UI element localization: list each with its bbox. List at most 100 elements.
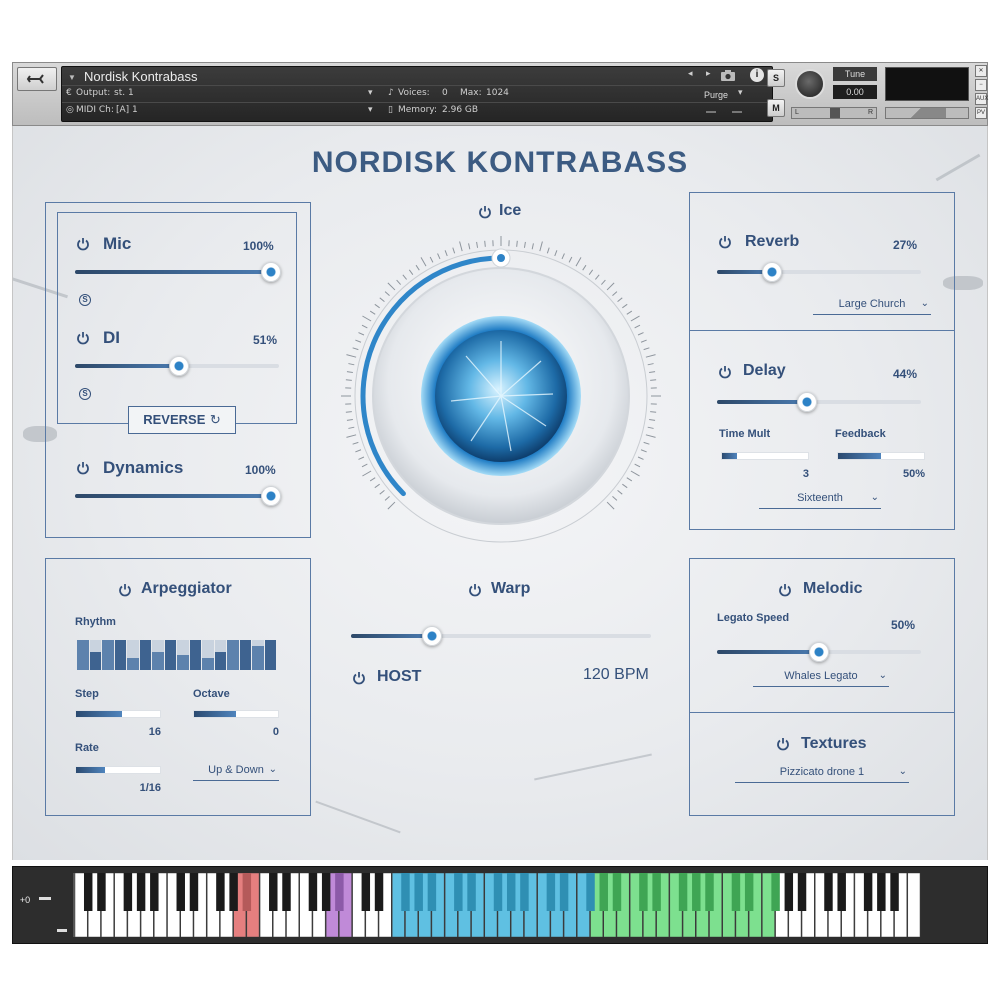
rhythm-step[interactable] <box>164 640 176 670</box>
black-key[interactable] <box>639 873 648 911</box>
black-key[interactable] <box>863 873 873 911</box>
octave-slider[interactable] <box>193 710 279 718</box>
black-key[interactable] <box>506 873 516 911</box>
rhythm-step[interactable] <box>89 640 101 670</box>
legato-speed-thumb[interactable] <box>809 642 829 662</box>
max-voices-value[interactable]: 1024 <box>486 88 509 98</box>
black-key[interactable] <box>599 873 608 911</box>
purge-button[interactable]: Purge <box>704 90 728 100</box>
mic-slider[interactable] <box>75 262 281 282</box>
black-key[interactable] <box>705 873 714 911</box>
time-mult-slider[interactable] <box>721 452 809 460</box>
white-key[interactable] <box>907 873 921 937</box>
di-slider[interactable] <box>75 356 279 376</box>
output-dropdown-icon[interactable]: ▾ <box>368 88 373 98</box>
pv-button[interactable]: PV <box>975 107 987 119</box>
black-key[interactable] <box>520 873 529 911</box>
dynamics-slider-thumb[interactable] <box>261 486 281 506</box>
collapse-icon[interactable]: ▼ <box>68 73 76 82</box>
arp-direction-dropdown[interactable]: Up & Down ⌄ <box>193 764 279 781</box>
di-slider-thumb[interactable] <box>169 356 190 376</box>
black-key[interactable] <box>150 873 159 911</box>
black-key[interactable] <box>454 873 463 911</box>
black-key[interactable] <box>493 873 503 911</box>
wrench-icon[interactable] <box>17 67 57 91</box>
reverb-type-dropdown[interactable]: Large Church ⌄ <box>813 298 931 315</box>
di-solo-icon[interactable]: S <box>79 388 91 400</box>
rhythm-step[interactable] <box>202 640 214 670</box>
legato-preset-dropdown[interactable]: Whales Legato ⌄ <box>753 670 889 687</box>
reverse-button[interactable]: REVERSE ↻ <box>128 406 236 434</box>
black-key[interactable] <box>784 873 794 911</box>
delay-division-dropdown[interactable]: Sixteenth ⌄ <box>759 492 881 509</box>
black-key[interactable] <box>797 873 807 911</box>
camera-icon[interactable] <box>720 68 736 82</box>
black-key[interactable] <box>546 873 556 911</box>
pan-slider[interactable]: L R <box>791 107 877 119</box>
black-key[interactable] <box>216 873 225 911</box>
aux-button[interactable]: AUX <box>975 93 988 105</box>
step-slider[interactable] <box>75 710 161 718</box>
black-key[interactable] <box>97 873 106 911</box>
rhythm-step[interactable] <box>114 640 126 670</box>
rate-slider[interactable] <box>75 766 161 774</box>
rhythm-step[interactable] <box>252 640 264 670</box>
mic-power-icon[interactable] <box>75 236 91 252</box>
rhythm-step[interactable] <box>227 640 239 670</box>
midi-dropdown-icon[interactable]: ▾ <box>368 105 373 115</box>
black-key[interactable] <box>269 873 278 911</box>
piano-keyboard[interactable] <box>75 873 921 937</box>
solo-button[interactable]: S <box>767 69 785 87</box>
rhythm-step[interactable] <box>152 640 164 670</box>
black-key[interactable] <box>229 873 238 911</box>
octave-down-icon[interactable] <box>39 897 51 900</box>
black-key[interactable] <box>877 873 886 911</box>
ice-power-icon[interactable] <box>477 204 493 220</box>
mic-solo-icon[interactable]: S <box>79 294 91 306</box>
black-key[interactable] <box>559 873 569 911</box>
reverb-slider[interactable] <box>717 262 921 282</box>
rhythm-step-grid[interactable] <box>77 640 277 670</box>
black-key[interactable] <box>692 873 701 911</box>
feedback-slider[interactable] <box>837 452 925 460</box>
bpm-value[interactable]: 120 BPM <box>583 666 649 684</box>
delay-slider-thumb[interactable] <box>796 392 817 412</box>
purge-dropdown-icon[interactable]: ▾ <box>738 88 743 98</box>
di-power-icon[interactable] <box>75 330 91 346</box>
black-key[interactable] <box>467 873 476 911</box>
black-key[interactable] <box>837 873 846 911</box>
textures-power-icon[interactable] <box>775 736 791 752</box>
black-key[interactable] <box>731 873 741 911</box>
tune-knob[interactable] <box>795 69 825 99</box>
delay-power-icon[interactable] <box>717 364 733 380</box>
black-key[interactable] <box>123 873 133 911</box>
ice-knob[interactable] <box>331 226 671 566</box>
black-key[interactable] <box>401 873 410 911</box>
black-key[interactable] <box>612 873 622 911</box>
black-key[interactable] <box>282 873 291 911</box>
rhythm-step[interactable] <box>177 640 189 670</box>
black-key[interactable] <box>890 873 899 911</box>
black-key[interactable] <box>652 873 661 911</box>
host-power-icon[interactable] <box>351 670 367 686</box>
arpeggiator-power-icon[interactable] <box>117 582 133 598</box>
textures-preset-dropdown[interactable]: Pizzicato drone 1 ⌄ <box>735 766 909 783</box>
black-key[interactable] <box>321 873 331 911</box>
black-key[interactable] <box>771 873 780 911</box>
instrument-name[interactable]: Nordisk Kontrabass <box>84 69 197 84</box>
dynamics-power-icon[interactable] <box>75 460 91 476</box>
mic-slider-thumb[interactable] <box>261 262 281 282</box>
black-key[interactable] <box>308 873 318 911</box>
black-key[interactable] <box>361 873 371 911</box>
info-icon[interactable]: i <box>750 68 764 82</box>
prev-instrument-icon[interactable]: ◂ <box>688 69 693 79</box>
black-key[interactable] <box>427 873 437 911</box>
black-key[interactable] <box>414 873 423 911</box>
black-key[interactable] <box>335 873 344 911</box>
next-instrument-icon[interactable]: ▸ <box>706 69 711 79</box>
rhythm-step[interactable] <box>214 640 226 670</box>
midi-channel-value[interactable]: [A] 1 <box>116 105 138 115</box>
rhythm-step[interactable] <box>127 640 139 670</box>
rhythm-step[interactable] <box>189 640 201 670</box>
rhythm-step[interactable] <box>139 640 151 670</box>
